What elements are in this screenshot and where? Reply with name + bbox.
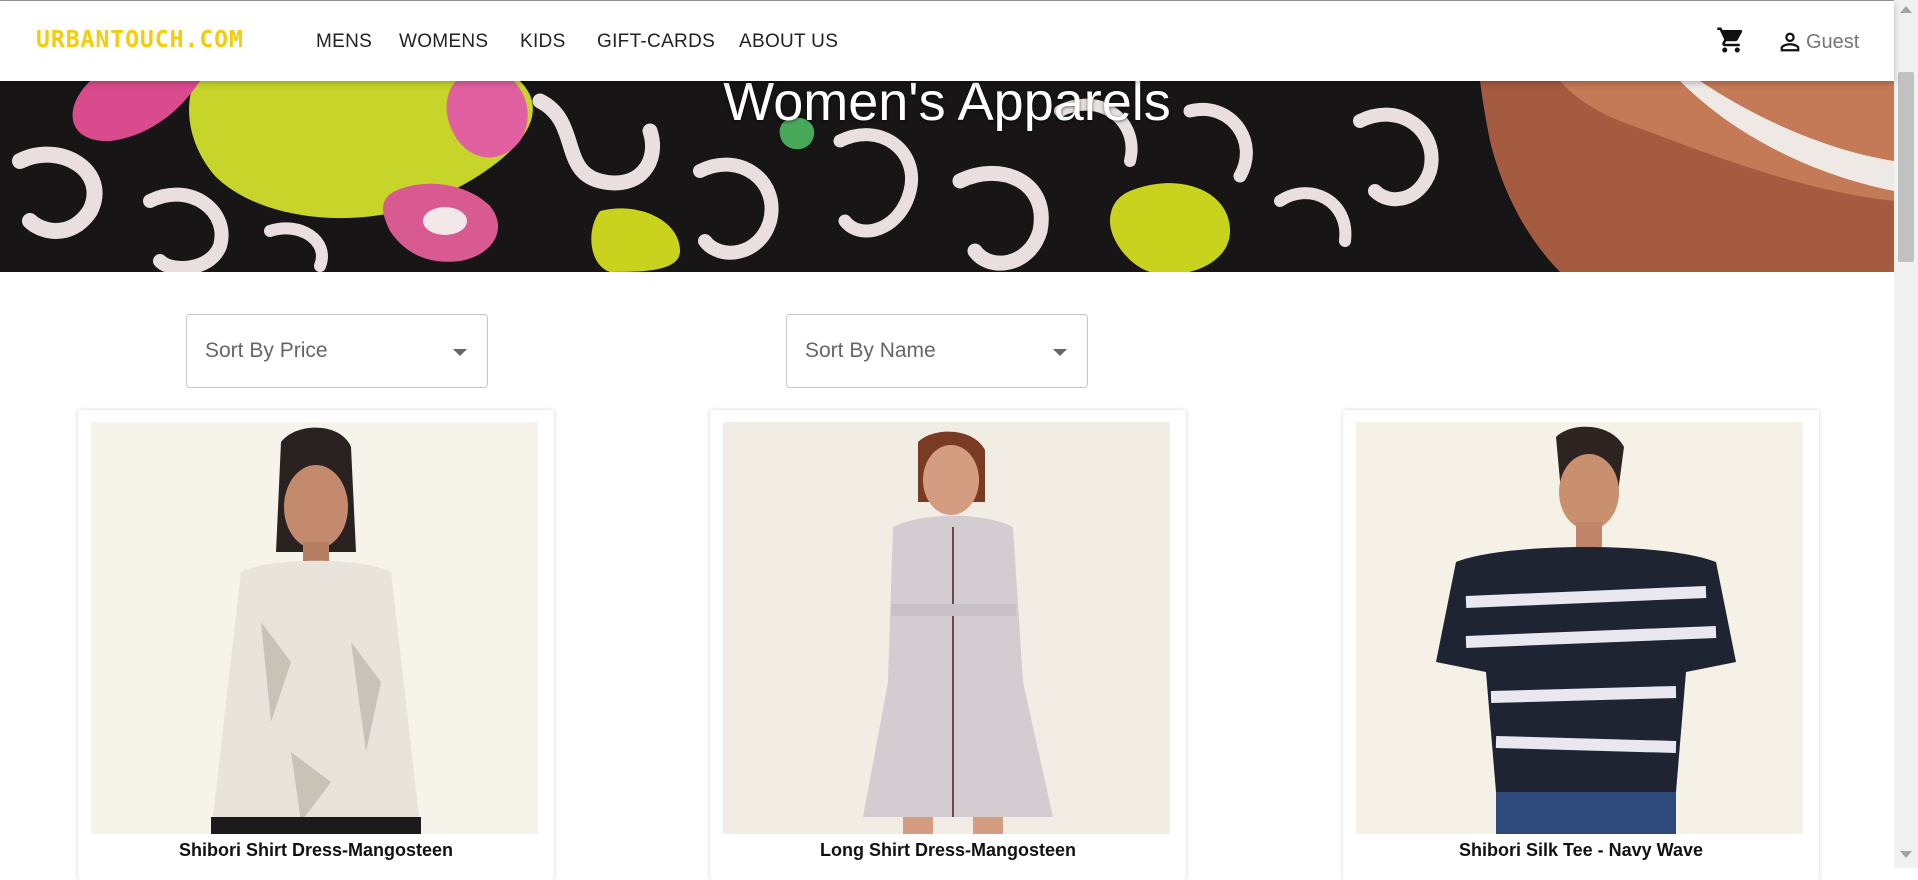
user-account-button[interactable]: Guest bbox=[1776, 27, 1859, 57]
page-title: Women's Apparels bbox=[723, 81, 1171, 132]
scroll-down-arrow-icon[interactable] bbox=[1900, 851, 1912, 858]
hero-banner: Women's Apparels bbox=[0, 81, 1894, 272]
caret-down-icon bbox=[453, 349, 467, 356]
vertical-scrollbar[interactable] bbox=[1894, 0, 1918, 868]
product-name[interactable]: Long Shirt Dress-Mangosteen bbox=[710, 840, 1186, 861]
cart-icon[interactable] bbox=[1716, 25, 1746, 55]
product-image[interactable] bbox=[1356, 422, 1803, 834]
nav-link-gift-cards[interactable]: GIFT-CARDS bbox=[597, 31, 715, 53]
sort-by-price-select[interactable]: Sort By Price bbox=[186, 314, 488, 388]
sort-by-name-select[interactable]: Sort By Name bbox=[786, 314, 1088, 388]
user-icon bbox=[1780, 32, 1800, 52]
top-navbar: URBANTOUCH.COM MENS WOMENS KIDS GIFT-CAR… bbox=[0, 1, 1894, 81]
product-image[interactable] bbox=[723, 422, 1170, 834]
product-name[interactable]: Shibori Silk Tee - Navy Wave bbox=[1343, 840, 1819, 861]
caret-down-icon bbox=[1053, 349, 1067, 356]
sort-by-price-label: Sort By Price bbox=[205, 339, 328, 362]
user-label: Guest bbox=[1806, 30, 1860, 53]
nav-link-womens[interactable]: WOMENS bbox=[399, 31, 488, 53]
product-image[interactable] bbox=[91, 422, 538, 834]
product-card[interactable]: Shibori Shirt Dress-Mangosteen bbox=[78, 410, 554, 880]
site-logo[interactable]: URBANTOUCH.COM bbox=[36, 27, 244, 53]
nav-link-mens[interactable]: MENS bbox=[316, 31, 372, 53]
scroll-up-arrow-icon[interactable] bbox=[1900, 6, 1912, 13]
nav-link-about-us[interactable]: ABOUT US bbox=[739, 31, 838, 53]
product-card[interactable]: Long Shirt Dress-Mangosteen bbox=[710, 410, 1186, 880]
product-name[interactable]: Shibori Shirt Dress-Mangosteen bbox=[78, 840, 554, 861]
scrollbar-thumb[interactable] bbox=[1898, 72, 1914, 262]
nav-link-kids[interactable]: KIDS bbox=[520, 31, 566, 53]
sort-by-name-label: Sort By Name bbox=[805, 339, 936, 362]
product-card[interactable]: Shibori Silk Tee - Navy Wave bbox=[1343, 410, 1819, 880]
